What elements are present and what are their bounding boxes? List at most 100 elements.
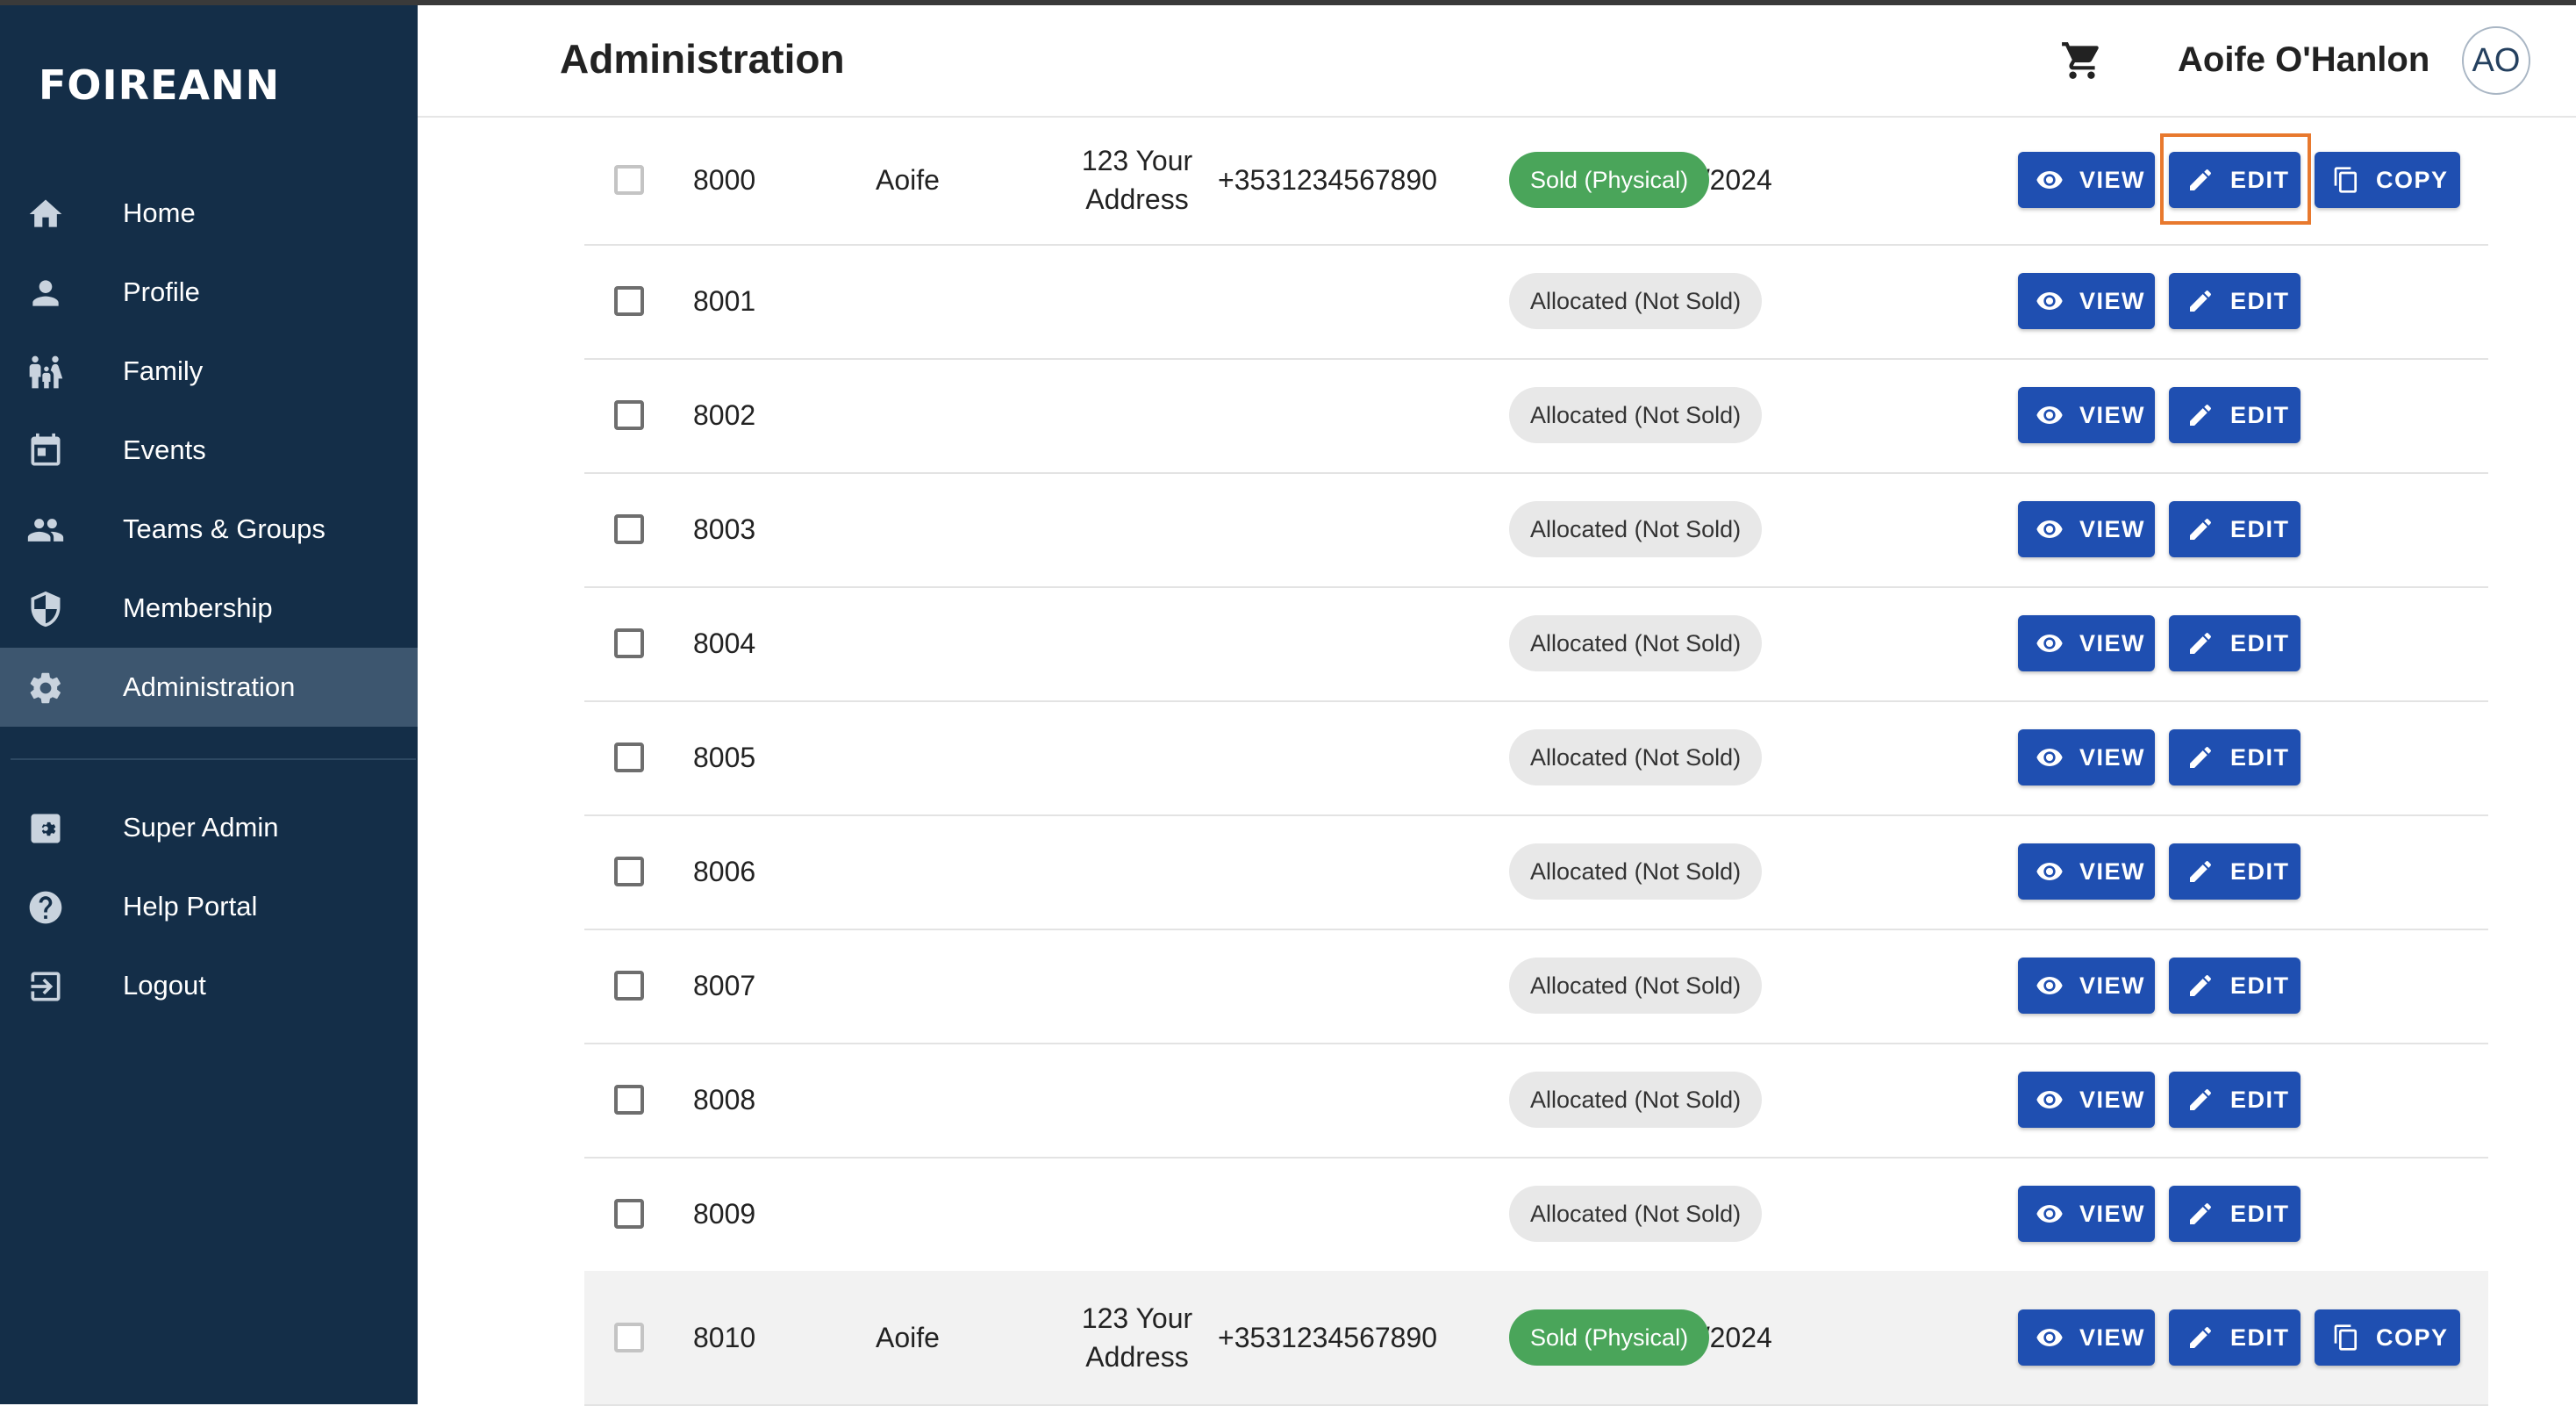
- eye-icon: [2036, 857, 2079, 886]
- ticket-number: 8009: [693, 1198, 756, 1230]
- row-checkbox[interactable]: [614, 857, 644, 886]
- pencil-icon: [2186, 401, 2230, 429]
- copy-button[interactable]: COPY: [2315, 152, 2460, 208]
- buyer-phone: +3531234567890: [1218, 164, 1438, 196]
- shopping-cart-icon[interactable]: [2060, 39, 2104, 82]
- row-checkbox[interactable]: [614, 971, 644, 1001]
- edit-button[interactable]: EDIT: [2169, 615, 2301, 671]
- sidebar-item-label: Family: [123, 355, 204, 386]
- ticket-number: 8007: [693, 970, 756, 1001]
- address-line: 123 Your: [1081, 1302, 1193, 1334]
- row-checkbox[interactable]: [614, 400, 644, 430]
- pencil-icon: [2186, 857, 2230, 886]
- copy-icon: [2332, 1324, 2376, 1352]
- view-button[interactable]: VIEW: [2018, 729, 2155, 785]
- view-button-label: VIEW: [2079, 1086, 2146, 1113]
- copy-icon: [2332, 166, 2376, 194]
- sidebar-item-profile[interactable]: Profile: [0, 253, 418, 332]
- sidebar-item-home[interactable]: Home: [0, 174, 418, 253]
- view-button[interactable]: VIEW: [2018, 615, 2155, 671]
- edit-button[interactable]: EDIT: [2169, 1186, 2301, 1242]
- edit-button[interactable]: EDIT: [2169, 387, 2301, 443]
- view-button[interactable]: VIEW: [2018, 1072, 2155, 1128]
- sidebar-item-label: Membership: [123, 592, 273, 623]
- pencil-icon: [2186, 743, 2230, 771]
- row-checkbox[interactable]: [614, 1085, 644, 1115]
- buyer-address: 123 Your Address: [1049, 141, 1225, 219]
- pencil-icon: [2186, 1200, 2230, 1228]
- edit-button-label: EDIT: [2230, 1200, 2290, 1227]
- family-icon: [26, 353, 65, 391]
- ticket-number: 8008: [693, 1084, 756, 1115]
- view-button[interactable]: VIEW: [2018, 387, 2155, 443]
- sidebar-item-label: Home: [123, 197, 196, 228]
- row-checkbox[interactable]: [614, 286, 644, 316]
- user-name[interactable]: Aoife O'Hanlon: [2178, 40, 2429, 80]
- edit-button[interactable]: EDIT: [2169, 843, 2301, 900]
- eye-icon: [2036, 743, 2079, 771]
- table-row: 8004 Allocated (Not Sold) VIEW EDIT: [584, 586, 2488, 702]
- row-checkbox[interactable]: [614, 742, 644, 772]
- edit-button[interactable]: EDIT: [2169, 273, 2301, 329]
- eye-icon: [2036, 515, 2079, 543]
- row-checkbox[interactable]: [614, 165, 644, 195]
- row-checkbox[interactable]: [614, 628, 644, 658]
- row-checkbox[interactable]: [614, 1199, 644, 1229]
- sidebar-item-teams-groups[interactable]: Teams & Groups: [0, 490, 418, 569]
- table-row: 8009 Allocated (Not Sold) VIEW EDIT: [584, 1157, 2488, 1273]
- sidebar-item-logout[interactable]: Logout: [0, 946, 418, 1025]
- view-button[interactable]: VIEW: [2018, 152, 2155, 208]
- ticket-number: 8010: [693, 1322, 756, 1353]
- buyer-name: Aoife: [876, 1322, 940, 1353]
- eye-icon: [2036, 166, 2079, 194]
- sidebar-item-events[interactable]: Events: [0, 411, 418, 490]
- ticket-number: 8000: [693, 164, 756, 196]
- edit-button[interactable]: EDIT: [2169, 1309, 2301, 1366]
- edit-button[interactable]: EDIT: [2169, 958, 2301, 1014]
- sidebar-item-administration[interactable]: Administration: [0, 648, 418, 727]
- status-badge: Allocated (Not Sold): [1509, 615, 1763, 671]
- edit-button-label: EDIT: [2230, 972, 2290, 999]
- avatar[interactable]: AO: [2462, 26, 2530, 95]
- page-title: Administration: [560, 36, 845, 82]
- sidebar-item-label: Help Portal: [123, 891, 258, 922]
- edit-button[interactable]: EDIT: [2169, 1072, 2301, 1128]
- buyer-address: 123 Your Address: [1049, 1299, 1225, 1376]
- edit-button[interactable]: EDIT: [2169, 152, 2301, 208]
- table-row: 8001 Allocated (Not Sold) VIEW EDIT: [584, 244, 2488, 360]
- buyer-phone: +3531234567890: [1218, 1322, 1438, 1353]
- sidebar-item-label: Events: [123, 434, 206, 465]
- table-row: 8010Aoife123 YourAddress+353123456789014…: [584, 1271, 2488, 1406]
- view-button[interactable]: VIEW: [2018, 843, 2155, 900]
- view-button[interactable]: VIEW: [2018, 273, 2155, 329]
- sidebar-item-membership[interactable]: Membership: [0, 569, 418, 648]
- sidebar-item-label: Administration: [123, 671, 296, 702]
- view-button-label: VIEW: [2079, 629, 2146, 656]
- table-row: 8008 Allocated (Not Sold) VIEW EDIT: [584, 1043, 2488, 1159]
- person-icon: [26, 274, 65, 312]
- edit-button[interactable]: EDIT: [2169, 501, 2301, 557]
- logout-icon: [26, 967, 65, 1006]
- view-button-label: VIEW: [2079, 166, 2146, 193]
- edit-button-label: EDIT: [2230, 1324, 2290, 1351]
- row-checkbox[interactable]: [614, 1323, 644, 1352]
- sidebar-item-help-portal[interactable]: Help Portal: [0, 867, 418, 946]
- address-line: 123 Your: [1081, 145, 1193, 176]
- edit-button[interactable]: EDIT: [2169, 729, 2301, 785]
- view-button[interactable]: VIEW: [2018, 1186, 2155, 1242]
- status-badge: Allocated (Not Sold): [1509, 958, 1763, 1014]
- sidebar-item-family[interactable]: Family: [0, 332, 418, 411]
- view-button[interactable]: VIEW: [2018, 501, 2155, 557]
- calendar-icon: [26, 432, 65, 470]
- view-button[interactable]: VIEW: [2018, 958, 2155, 1014]
- view-button[interactable]: VIEW: [2018, 1309, 2155, 1366]
- sidebar-item-label: Profile: [123, 276, 200, 307]
- table-row: 8006 Allocated (Not Sold) VIEW EDIT: [584, 814, 2488, 930]
- row-checkbox[interactable]: [614, 514, 644, 544]
- sidebar-item-super-admin[interactable]: Super Admin: [0, 788, 418, 867]
- copy-button[interactable]: COPY: [2315, 1309, 2460, 1366]
- home-icon: [26, 195, 65, 233]
- ticket-number: 8003: [693, 513, 756, 545]
- view-button-label: VIEW: [2079, 1200, 2146, 1227]
- copy-button-label: COPY: [2376, 1324, 2449, 1351]
